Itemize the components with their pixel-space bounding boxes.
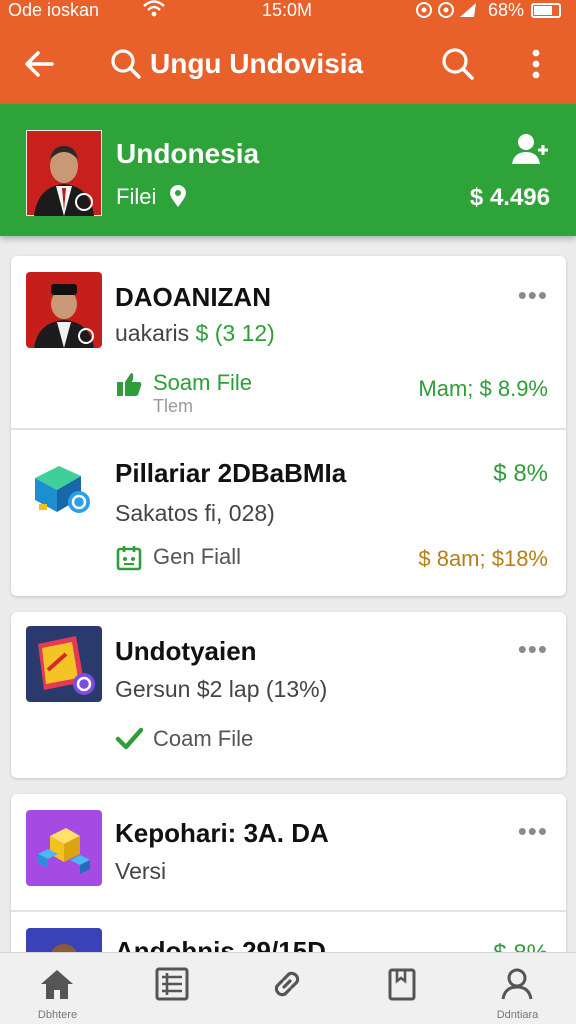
list-icon [155,967,189,1001]
item-metric: Mam; $ 8.9% [418,376,548,401]
nav-label: Dbhtere [37,1009,78,1021]
item-more-icon[interactable]: ••• [518,816,548,847]
avatar [25,129,103,217]
back-arrow-icon[interactable] [18,42,62,86]
country-banner[interactable]: Undonesia Filei $ 4.496 [0,104,576,236]
list-item[interactable]: Undotyaien ••• Gersun $2 lap (13%) Coam … [11,612,566,778]
list-item[interactable]: DAOANIZAN ••• uakaris $ (3 12) Soam File… [11,256,566,428]
nav-profile[interactable]: Ddntiara [460,953,575,1024]
list-item[interactable]: Pillariar 2DBaBMIa $ 8% Sakatos fi, 028)… [11,430,566,596]
item-action-note: Tlem [153,396,193,416]
item-action[interactable]: Gen Fiall [153,544,241,570]
nav-bookmark[interactable] [345,953,460,1024]
status-bar: Ode ioskan 15:0M 68% [0,0,576,24]
banner-title: Undonesia [116,138,260,169]
nav-list[interactable] [115,953,230,1024]
item-thumbnail [26,272,102,348]
nav-link[interactable] [230,953,345,1024]
nav-label: Ddntiara [496,1009,539,1021]
link-icon [274,971,300,997]
checkmark-icon [115,724,144,752]
nav-home[interactable]: Dbhtere [0,953,115,1024]
banner-value: $ 4.496 [469,184,550,211]
location-pin-icon [168,184,188,208]
item-more-icon[interactable]: ••• [518,280,548,311]
battery-icon [531,3,561,18]
clock: 15:0M [262,0,313,20]
battery-percent: 68% [488,0,525,20]
top-bar: Ode ioskan 15:0M 68% Ungu Undovisia [0,0,576,104]
item-subtitle-prefix: uakaris [115,320,190,346]
list-item[interactable]: Kepohari: 3A. DA ••• Versi [11,794,566,910]
item-action[interactable]: Coam File [153,726,253,752]
item-thumbnail [26,626,102,702]
item-title: DAOANIZAN [115,282,271,312]
item-metric: $ 8am; $18% [418,546,548,571]
wifi-icon [142,0,166,24]
item-subtitle: Gersun $2 lap (13%) [115,676,328,702]
bookmark-icon [388,968,416,1001]
thumbs-up-icon [115,370,143,398]
page-title: Ungu Undovisia [150,48,364,79]
banner-subtitle: Filei [116,184,157,209]
status-icons [416,0,480,25]
search-icon[interactable] [438,44,478,84]
profile-icon [501,968,533,1000]
home-icon [41,970,73,999]
bottom-navigation: Dbhtere Ddntiara [0,952,576,1024]
item-subtitle: Sakatos fi, 028) [115,500,275,526]
calendar-icon [115,544,143,572]
item-action[interactable]: Soam File [153,370,252,396]
item-title: Kepohari: 3A. DA [115,818,329,848]
search-icon[interactable] [108,46,144,82]
item-subtitle: uakaris $ (3 12) [115,320,275,347]
item-title: Pillariar 2DBaBMIa [115,458,347,488]
item-metric-top: $ 8% [493,460,548,487]
person-add-icon[interactable] [510,132,550,166]
item-title: Undotyaien [115,636,257,666]
item-subtitle-value: $ (3 12) [195,320,275,346]
list-card: Undotyaien ••• Gersun $2 lap (13%) Coam … [11,612,566,778]
item-subtitle: Versi [115,858,167,884]
item-more-icon[interactable]: ••• [518,634,548,665]
list-card: Kepohari: 3A. DA ••• Versi Andohnis 29/1… [11,794,566,964]
item-thumbnail [26,810,102,886]
more-vertical-icon[interactable] [520,44,552,84]
app-bar: Ungu Undovisia [0,34,576,94]
list-card: DAOANIZAN ••• uakaris $ (3 12) Soam File… [11,256,566,596]
item-thumbnail [29,452,99,522]
carrier-text: Ode ioskan [8,0,100,20]
